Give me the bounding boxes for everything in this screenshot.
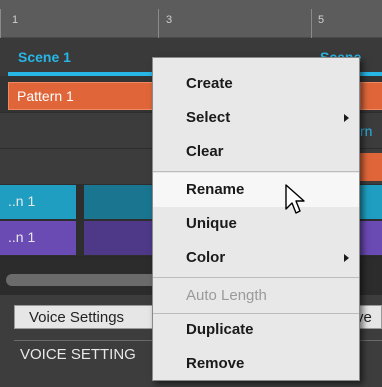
menu-item-unique[interactable]: Unique <box>153 207 359 241</box>
menu-item-label: Clear <box>186 143 224 160</box>
menu-item-label: Rename <box>186 181 245 198</box>
pattern-clip-fragment[interactable] <box>360 153 382 181</box>
sound-2-fragment[interactable] <box>360 221 382 255</box>
menu-item-rename[interactable]: Rename <box>153 173 359 207</box>
menu-item-color[interactable]: Color <box>153 241 359 275</box>
timeline-ruler[interactable]: 1 3 5 <box>0 0 382 38</box>
sound-2-header[interactable]: ..n 1 <box>0 221 76 255</box>
ruler-marker-1: 1 <box>12 14 19 26</box>
menu-separator <box>153 277 359 278</box>
menu-item-label: Select <box>186 109 231 126</box>
menu-separator <box>153 171 359 172</box>
menu-item-duplicate[interactable]: Duplicate <box>153 313 359 347</box>
ruler-marker-5: 5 <box>318 14 325 26</box>
menu-item-label: Duplicate <box>186 321 254 338</box>
menu-item-auto-length: Auto Length <box>153 279 359 313</box>
scene-1-label[interactable]: Scene 1 <box>18 49 71 65</box>
menu-item-label: Color <box>186 249 226 266</box>
voice-settings-tab-label: Voice Settings <box>29 309 125 326</box>
pattern-2-clip[interactable] <box>360 82 382 110</box>
menu-item-label: Create <box>186 75 233 92</box>
voice-settings-heading: VOICE SETTING <box>20 346 136 363</box>
ruler-tick <box>0 9 1 38</box>
ruler-tick <box>311 9 312 38</box>
menu-item-label: Unique <box>186 215 237 232</box>
menu-item-select[interactable]: Select <box>153 101 359 135</box>
ruler-tick <box>158 9 159 38</box>
sound-1-header[interactable]: ..n 1 <box>0 185 76 219</box>
voice-settings-tab[interactable]: Voice Settings <box>14 305 164 329</box>
ruler-marker-3: 3 <box>166 14 173 26</box>
sound-2-label: ..n 1 <box>8 229 36 245</box>
menu-item-label: Remove <box>186 355 245 372</box>
sound-1-label: ..n 1 <box>8 193 36 209</box>
pattern-1-clip[interactable]: Pattern 1 <box>8 82 154 110</box>
menu-item-clear[interactable]: Clear <box>153 135 359 169</box>
arrow-cursor-icon <box>285 184 305 214</box>
menu-item-create[interactable]: Create <box>153 67 359 101</box>
chevron-right-icon <box>344 114 349 122</box>
menu-item-remove[interactable]: Remove <box>153 347 359 381</box>
sound-1-fragment[interactable] <box>360 185 382 219</box>
horizontal-scrollbar[interactable] <box>6 274 176 286</box>
pattern-fragment-label: rn <box>360 123 373 139</box>
menu-item-label: Auto Length <box>186 287 267 304</box>
context-menu: Create Select Clear Rename Unique Color … <box>152 57 360 381</box>
chevron-right-icon <box>344 254 349 262</box>
pattern-1-label: Pattern 1 <box>17 88 74 104</box>
